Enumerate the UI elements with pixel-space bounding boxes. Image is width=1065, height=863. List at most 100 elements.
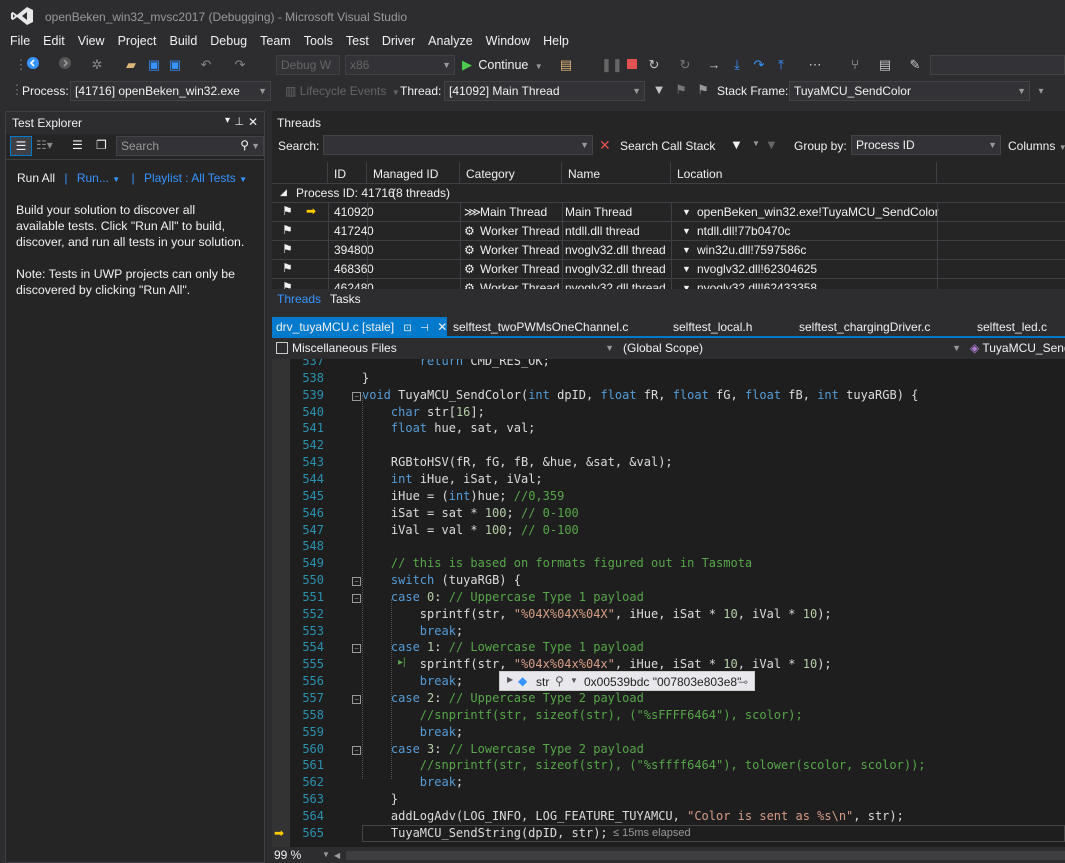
chevron-down-icon[interactable]: ▼ [752,139,760,148]
code-line[interactable]: //snprintf(str, sizeof(str), ("%sffff646… [362,758,926,772]
chevron-down-icon[interactable]: ▼ [682,245,691,255]
undo-icon[interactable]: ↶ [197,56,215,74]
show-next-statement-icon[interactable]: → [705,56,723,74]
new-project-icon[interactable]: ✲ [88,56,106,74]
pin-icon[interactable]: ⊥ [234,115,244,128]
pin-icon[interactable]: ⊡ [403,323,411,334]
scope-dropdown[interactable]: (Global Scope) ▼ [619,339,964,359]
tab-selftest-twopwms[interactable]: selftest_twoPWMsOneChannel.c [449,317,632,336]
menu-edit[interactable]: Edit [37,32,72,52]
menu-view[interactable]: View [72,32,112,52]
menu-build[interactable]: Build [163,32,204,52]
stack-frame-dropdown[interactable]: TuyaMCU_SendColor ▼ [789,81,1030,101]
thread-row[interactable]: ⚑ ➡ 41092 0 ⋙ Main Thread Main Thread ▼ openBeke… [272,203,1065,222]
pin-datatip-icon[interactable]: ⊸ [738,675,748,689]
code-line[interactable]: float hue, sat, val; [362,421,536,435]
menu-window[interactable]: Window [480,32,537,52]
flag-thread-icon[interactable]: ▼ [650,81,668,99]
flow-icon[interactable]: ⑂ [846,56,864,74]
column-header-managed-id[interactable]: Managed ID [367,162,460,184]
toolbar-overflow-icon[interactable]: ▾ [1032,83,1050,101]
code-line[interactable]: // this is based on formats figured out … [362,556,752,570]
stack-frame-icon[interactable]: ⚑ [694,81,712,99]
tab-drv-tuyamcu[interactable]: drv_tuyaMCU.c [stale] ⊡ ⊣ ✕ [272,317,447,336]
test-search-input[interactable]: Search ⚲ ▼ [116,136,264,156]
chevron-down-icon[interactable]: ▼ [112,175,120,184]
chevron-down-icon[interactable]: ▼ [682,207,691,217]
forward-icon[interactable] [56,56,74,74]
menu-project[interactable]: Project [112,32,164,52]
comment-icon[interactable]: ▤ [876,56,894,74]
column-header-category[interactable]: Category [460,162,562,184]
chevron-down-icon[interactable]: ▼ [682,264,691,274]
collapse-region-icon[interactable]: − [352,391,361,401]
code-line[interactable]: case 2: // Uppercase Type 2 payload [362,691,644,705]
continue-button[interactable]: ▶ Continue ▼ [462,57,543,75]
clear-search-icon[interactable]: ✕ [599,137,611,154]
group-by-icon[interactable]: ☰ [10,136,32,156]
menu-analyze[interactable]: Analyze [422,32,479,52]
code-line[interactable]: sprintf(str, "%04X%04X%04X", iHue, iSat … [362,607,832,621]
code-line[interactable]: //snprintf(str, sizeof(str), ("%sFFFF646… [362,708,803,722]
horizontal-scrollbar[interactable] [346,851,1065,860]
open-file-icon[interactable]: ▰ [122,56,140,74]
stop-debugging-icon[interactable] [623,56,641,74]
flag-icon[interactable]: ⚑ [282,280,293,289]
code-line[interactable]: } [362,792,398,806]
window-position-icon[interactable]: ▾ [225,115,230,126]
bookmark-icon[interactable]: ✎ [906,56,924,74]
run-to-click-icon[interactable]: ▸| [398,657,406,668]
save-all-icon[interactable]: ▣ [166,56,184,74]
chevron-down-icon[interactable]: ▼ [570,676,578,685]
step-over-icon[interactable]: ↷ [750,56,768,74]
solution-config-dropdown[interactable]: Debug W [276,55,340,75]
menu-driver[interactable]: Driver [376,32,422,52]
tab-tasks[interactable]: Tasks [330,292,361,306]
find-input[interactable] [930,55,1065,75]
solution-platform-dropdown[interactable]: x86 ▼ [345,55,455,75]
attach-process-icon[interactable]: ▤ [557,56,575,74]
code-line[interactable]: iSat = sat * 100; // 0-100 [362,506,579,520]
list-icon[interactable]: ☰ [72,138,83,152]
threads-search-input[interactable]: ▼ [323,135,593,155]
column-header-id[interactable]: ID [328,162,367,184]
thread-row[interactable]: ⚑ 41724 0 ⚙ Worker Thread ntdll.dll thread ▼ nt… [272,222,1065,241]
search-call-stack-toggle[interactable]: Search Call Stack [620,139,715,153]
columns-button[interactable]: Columns ▼ [1008,139,1065,153]
hierarchy-icon[interactable]: ☷▾ [36,138,53,152]
thread-group-header[interactable]: ◢ Process ID: 41716 (8 threads) [272,184,1065,203]
chevron-down-icon[interactable]: ▼ [322,850,330,859]
flag-icon[interactable]: ⚑ [282,261,293,275]
group-by-dropdown[interactable]: Process ID ▼ [851,135,1001,155]
chevron-down-icon[interactable]: ▼ [239,175,247,184]
breakpoint-margin[interactable] [272,359,290,847]
code-line[interactable]: addLogAdv(LOG_INFO, LOG_FEATURE_TUYAMCU,… [362,809,904,823]
step-into-icon[interactable]: ⤓ [728,56,746,74]
collapse-region-icon[interactable]: − [352,577,361,587]
perf-tip[interactable]: ≤ 15ms elapsed [613,827,691,839]
redo-icon[interactable]: ↷ [231,56,249,74]
thread-dropdown[interactable]: [41092] Main Thread ▼ [444,81,645,101]
column-header-flag[interactable] [272,162,328,184]
code-line[interactable]: case 1: // Lowercase Type 1 payload [362,640,644,654]
process-dropdown[interactable]: [41716] openBeken_win32.exe ▼ [70,81,271,101]
thread-row[interactable]: ⚑ 39480 0 ⚙ Worker Thread nvoglv32.dll thread… [272,241,1065,260]
tab-selftest-charging[interactable]: selftest_chargingDriver.c [795,317,934,336]
menu-file[interactable]: File [4,32,37,52]
datatip[interactable]: ▶ ◆ str ⚲ ▼ 0x00539bdc "007803e803e8" ⊸ [499,671,755,691]
collapse-region-icon[interactable]: − [352,695,361,704]
code-line[interactable]: switch (tuyaRGB) { [362,573,521,587]
collapse-icon[interactable]: ◢ [280,187,287,198]
hex-display-icon[interactable]: ⋯ [806,56,824,74]
code-line[interactable]: break; [362,775,463,789]
thread-row[interactable]: ⚑ 46248 0 ⚙ Worker Thread nvoglv32.dll thread… [272,279,1065,289]
flag-icon[interactable]: ▼ [765,137,778,152]
collapse-icon[interactable]: ❐ [96,138,107,152]
code-line[interactable]: iVal = val * 100; // 0-100 [362,523,579,537]
code-line[interactable]: break; [362,674,463,688]
menu-test[interactable]: Test [340,32,376,52]
column-header-name[interactable]: Name [562,162,671,184]
break-all-icon[interactable]: ❚❚ [601,56,623,74]
code-line[interactable]: break; [362,725,463,739]
tab-selftest-led[interactable]: selftest_led.c [973,317,1051,336]
